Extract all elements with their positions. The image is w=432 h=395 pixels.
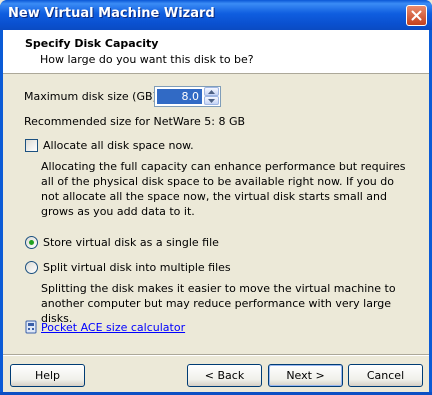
single-file-radio[interactable] [25,236,38,249]
disk-size-input[interactable]: 8.0 [157,89,202,104]
spin-down-button[interactable] [204,96,219,105]
recommended-size-text: Recommended size for NetWare 5: 8 GB [24,115,246,128]
disk-size-label: Maximum disk size (GB): [24,90,161,103]
wizard-header: Specify Disk Capacity How large do you w… [3,30,429,74]
pocket-ace-calculator-link[interactable]: Pocket ACE size calculator [41,321,185,334]
window-title: New Virtual Machine Wizard [8,6,215,21]
next-button[interactable]: Next > [268,364,343,387]
page-subtitle: How large do you want this disk to be? [40,53,254,66]
help-button[interactable]: Help [10,364,85,387]
arrow-up-icon [208,89,215,94]
calculator-icon [25,320,37,334]
spin-up-button[interactable] [204,87,219,96]
cancel-button[interactable]: Cancel [348,364,423,387]
allocate-description: Allocating the full capacity can enhance… [41,160,406,218]
radio-selected-dot [29,240,34,245]
allocate-label[interactable]: Allocate all disk space now. [43,139,194,152]
split-file-label[interactable]: Split virtual disk into multiple files [43,261,231,274]
allocate-checkbox[interactable] [25,139,38,152]
wizard-window: New Virtual Machine Wizard Specify Disk … [0,0,432,395]
button-separator [3,354,429,356]
wizard-client-area: Specify Disk Capacity How large do you w… [3,30,429,392]
close-button[interactable] [406,5,427,26]
single-file-label[interactable]: Store virtual disk as a single file [43,236,219,249]
split-description: Splitting the disk makes it easier to mo… [41,282,396,325]
disk-size-spinner[interactable]: 8.0 [154,86,221,107]
arrow-down-icon [208,98,215,103]
back-button[interactable]: < Back [187,364,262,387]
close-icon [411,10,422,21]
title-bar[interactable]: New Virtual Machine Wizard [0,0,432,30]
page-title: Specify Disk Capacity [25,37,159,50]
split-file-radio[interactable] [25,261,38,274]
